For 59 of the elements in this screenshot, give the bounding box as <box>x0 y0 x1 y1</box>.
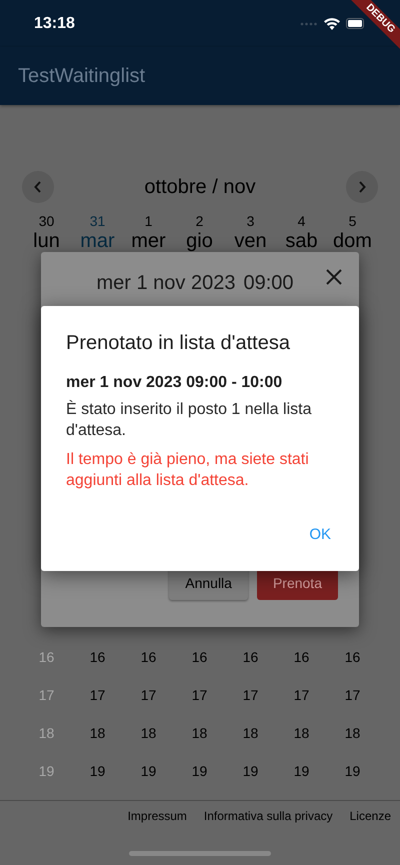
time-slot[interactable]: 19 <box>174 763 225 779</box>
sheet-time: 09:00 <box>243 272 294 295</box>
footer-link[interactable]: Impressum <box>128 809 187 823</box>
day-weekday: ven <box>234 230 267 252</box>
day-weekday: mer <box>131 230 166 252</box>
alert-warning: Il tempo è già pieno, ma siete stati aggiunti alla lista d'attesa. <box>66 450 310 491</box>
previous-button[interactable] <box>22 171 54 203</box>
day-date: 3 <box>246 212 254 230</box>
time-slot[interactable]: 19 <box>72 763 123 779</box>
time-slot[interactable]: 17 <box>72 687 123 703</box>
day-date: 30 <box>38 212 54 230</box>
day-date: 31 <box>90 212 106 230</box>
day-date: 1 <box>144 212 152 230</box>
app-title: TestWaitinglist <box>18 64 146 88</box>
close-icon[interactable] <box>326 269 342 285</box>
time-slot[interactable]: 19 <box>123 763 174 779</box>
sheet-title: mer 1 nov 2023 <box>96 272 236 295</box>
footer-link[interactable]: Licenze <box>350 809 391 823</box>
status-time: 13:18 <box>34 14 75 32</box>
time-slot[interactable]: 16 <box>225 649 276 665</box>
chevron-right-icon[interactable] <box>357 180 367 194</box>
time-slot[interactable]: 16 <box>327 649 378 665</box>
time-slot[interactable]: 18 <box>276 725 327 741</box>
next-button[interactable] <box>346 171 378 203</box>
day-weekday: sab <box>285 230 318 252</box>
alert-message: È stato inserito il posto 1 nella lista d'attesa. <box>66 399 312 441</box>
time-slot[interactable]: 18 <box>72 725 123 741</box>
time-slot[interactable]: 19 <box>225 763 276 779</box>
time-slot[interactable]: 18 <box>174 725 225 741</box>
day-date: 4 <box>298 212 306 230</box>
month-label: ottobre / nov <box>144 176 256 198</box>
time-slot[interactable]: 17 <box>225 687 276 703</box>
time-slot[interactable]: 16 <box>276 649 327 665</box>
time-slot[interactable]: 17 <box>123 687 174 703</box>
footer-link[interactable]: Informativa sulla privacy <box>204 809 333 823</box>
battery-icon <box>346 18 366 29</box>
wifi-icon <box>324 18 340 30</box>
time-slot[interactable]: 17 <box>174 687 225 703</box>
time-slot[interactable]: 16 <box>72 649 123 665</box>
signal-icon <box>300 22 318 26</box>
chevron-left-icon[interactable] <box>33 180 43 194</box>
time-slot[interactable]: 18 <box>327 725 378 741</box>
time-slot[interactable]: 17 <box>327 687 378 703</box>
day-weekday: mar <box>80 230 115 252</box>
time-slot[interactable]: 18 <box>123 725 174 741</box>
time-slot[interactable]: 19 <box>276 763 327 779</box>
day-date: 2 <box>196 212 204 230</box>
day-weekday: lun <box>33 230 60 252</box>
alert-slot: mer 1 nov 2023 09:00 - 10:00 <box>66 374 334 392</box>
ok-button[interactable]: OK <box>303 522 337 547</box>
time-slot[interactable]: 19 <box>327 763 378 779</box>
time-slot[interactable]: 17 <box>276 687 327 703</box>
time-slot[interactable]: 16 <box>174 649 225 665</box>
day-weekday: dom <box>333 230 372 252</box>
time-slot[interactable]: 18 <box>225 725 276 741</box>
time-slot[interactable]: 16 <box>123 649 174 665</box>
alert-title: Prenotato in lista d'attesa <box>66 331 291 356</box>
day-date: 5 <box>348 212 356 230</box>
day-weekday: gio <box>186 230 213 252</box>
